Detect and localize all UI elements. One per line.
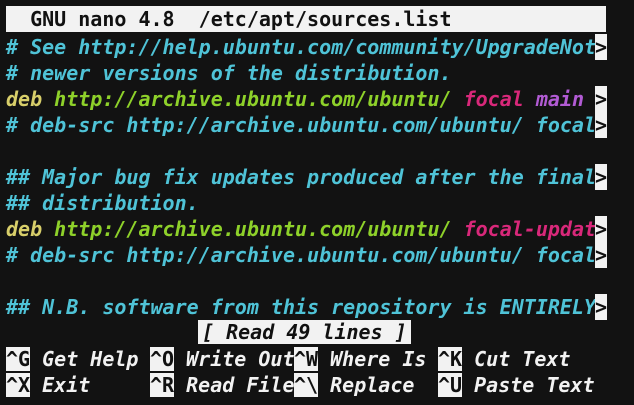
shortcut-label: Replace [330,373,415,397]
shortcut-where-is[interactable]: ^W Where Is [294,346,426,372]
suite-name: focal-updat [463,217,597,241]
shortcut-label: Read File [186,373,295,397]
editor-line-11[interactable]: ## N.B. software from this repository is… [6,294,596,320]
shortcut-key: ^R [150,373,175,397]
shortcut-label: Exit [42,373,91,397]
shortcut-key: ^G [6,347,31,371]
deb-keyword: deb [6,217,43,241]
deb-keyword: deb [6,87,43,111]
line-9-truncation-marker: > [595,242,608,268]
line-4-truncation-marker: > [595,112,608,138]
shortcut-label: Write Out [186,347,295,371]
shortcut-key: ^\ [294,373,319,397]
shortcut-key: ^O [150,347,175,371]
component-name: main [535,87,585,111]
editor-line-6[interactable]: ## Major bug fix updates produced after … [6,164,596,190]
status-message: [ Read 49 lines ] [198,320,411,344]
shortcut-cut-text[interactable]: ^K Cut Text [438,346,570,372]
shortcut-paste-text[interactable]: ^U Paste Text [438,372,595,398]
editor-line-3[interactable]: deb http://archive.ubuntu.com/ubuntu/ fo… [6,86,584,112]
shortcut-label: Paste Text [474,373,595,397]
repo-url: http://archive.ubuntu.com/ubuntu/ [54,87,452,111]
shortcut-replace[interactable]: ^\ Replace [294,372,414,398]
line-1-truncation-marker: > [595,34,608,60]
line-6-truncation-marker: > [595,164,608,190]
shortcut-label: Get Help [42,347,139,371]
terminal-window: GNU nano 4.8 /etc/apt/sources.list # See… [0,0,634,405]
shortcut-label: Where Is [330,347,427,371]
shortcut-key: ^X [6,373,31,397]
shortcut-get-help[interactable]: ^G Get Help [6,346,138,372]
shortcut-key: ^K [438,347,463,371]
editor-line-4[interactable]: # deb-src http://archive.ubuntu.com/ubun… [6,112,596,138]
line-11-truncation-marker: > [595,294,608,320]
editor-line-8[interactable]: deb http://archive.ubuntu.com/ubuntu/ fo… [6,216,596,242]
line-3-truncation-marker: > [595,86,608,112]
shortcut-read-file[interactable]: ^R Read File [150,372,295,398]
shortcut-exit[interactable]: ^X Exit [6,372,90,398]
repo-url: http://archive.ubuntu.com/ubuntu/ [54,217,452,241]
editor-line-9[interactable]: # deb-src http://archive.ubuntu.com/ubun… [6,242,596,268]
shortcut-label: Cut Text [474,347,571,371]
shortcut-key: ^U [438,373,463,397]
suite-name: focal [463,87,524,111]
editor-line-1[interactable]: # See http://help.ubuntu.com/community/U… [6,34,596,60]
editor-line-7[interactable]: ## distribution. [6,190,199,216]
title-bar: GNU nano 4.8 /etc/apt/sources.list [6,6,606,32]
editor-line-2[interactable]: # newer versions of the distribution. [6,60,452,86]
shortcut-key: ^W [294,347,319,371]
line-8-truncation-marker: > [595,216,608,242]
shortcut-write-out[interactable]: ^O Write Out [150,346,295,372]
